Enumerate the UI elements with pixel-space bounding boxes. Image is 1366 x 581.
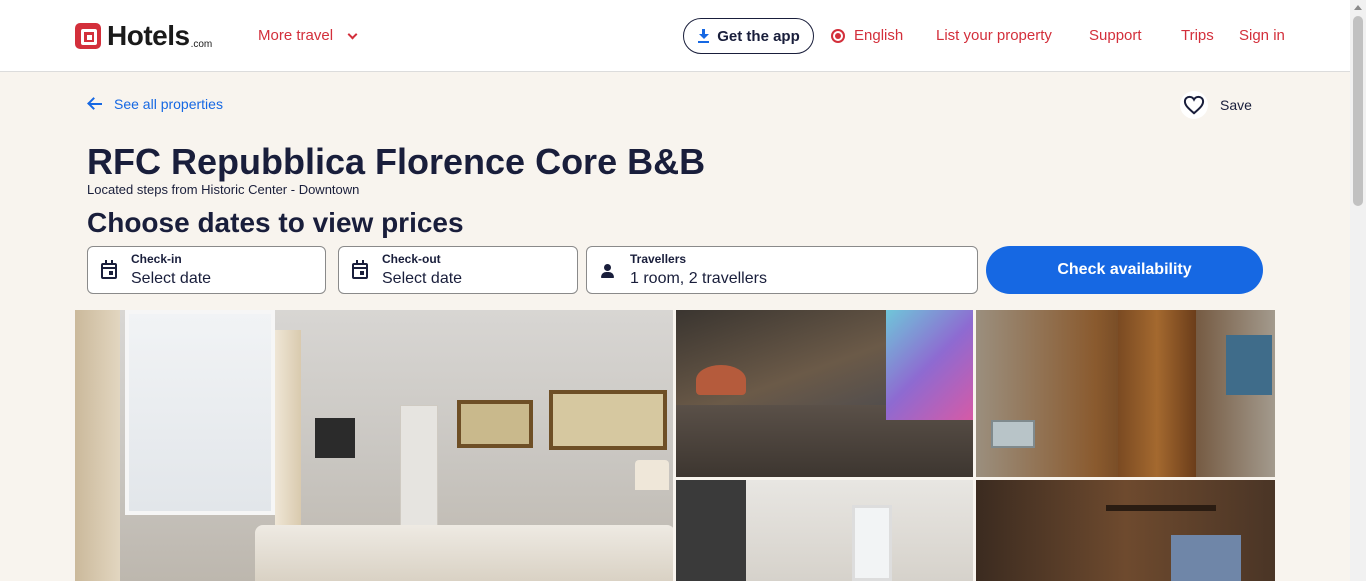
arrow-left-icon (88, 97, 102, 111)
support-link[interactable]: Support (1089, 27, 1142, 45)
check-availability-button[interactable]: Check availability (986, 246, 1263, 294)
site-header: Hotels .com More travel Get the app Engl… (0, 0, 1350, 72)
scroll-up-icon[interactable] (1354, 5, 1362, 10)
gallery-photo-main-bedroom[interactable] (75, 310, 673, 581)
more-travel-menu[interactable]: More travel (258, 27, 358, 45)
list-your-property-link[interactable]: List your property (936, 27, 1052, 45)
gallery-photo-entrance[interactable] (976, 310, 1275, 477)
page-scrollbar[interactable] (1350, 0, 1366, 581)
logo-sub: .com (190, 39, 213, 50)
trips-link[interactable]: Trips (1181, 27, 1214, 45)
calendar-icon (101, 260, 117, 279)
check-in-value: Select date (131, 270, 212, 287)
check-in-field[interactable]: Check-in Select date (87, 246, 326, 294)
heart-icon (1183, 95, 1205, 115)
travellers-field[interactable]: Travellers 1 room, 2 travellers (586, 246, 978, 294)
logo-text: Hotels (107, 20, 190, 51)
language-selector[interactable]: English (831, 27, 903, 45)
back-label: See all properties (114, 96, 223, 112)
travellers-label: Travellers (630, 252, 687, 266)
get-the-app-label: Get the app (717, 27, 800, 45)
choose-dates-heading: Choose dates to view prices (87, 207, 464, 238)
hotels-logo-icon (75, 23, 101, 49)
download-icon (697, 29, 711, 43)
hotels-logo[interactable]: Hotels .com (75, 22, 212, 50)
check-out-value: Select date (382, 270, 463, 287)
gallery-photo-room[interactable] (676, 480, 973, 581)
calendar-icon (352, 260, 368, 279)
save-label: Save (1220, 97, 1252, 113)
scrollbar-thumb[interactable] (1353, 16, 1363, 206)
gallery-photo-city-square[interactable] (676, 310, 973, 477)
check-out-label: Check-out (382, 252, 441, 266)
person-icon (600, 263, 616, 279)
check-out-field[interactable]: Check-out Select date (338, 246, 578, 294)
gallery-photo-breakfast-bar[interactable] (976, 480, 1275, 581)
save-button[interactable]: Save (1180, 91, 1252, 119)
chevron-down-icon (347, 29, 358, 39)
check-in-label: Check-in (131, 252, 182, 266)
property-tagline: Located steps from Historic Center - Dow… (87, 182, 360, 197)
sign-in-link[interactable]: Sign in (1239, 27, 1285, 45)
get-the-app-button[interactable]: Get the app (683, 18, 814, 54)
language-label: English (854, 27, 904, 44)
see-all-properties-link[interactable]: See all properties (88, 96, 223, 112)
more-travel-label: More travel (258, 27, 334, 44)
heart-icon-wrap (1180, 91, 1208, 119)
property-name: RFC Repubblica Florence Core B&B (87, 141, 706, 182)
globe-icon (831, 29, 845, 43)
travellers-value: 1 room, 2 travellers (630, 270, 767, 287)
